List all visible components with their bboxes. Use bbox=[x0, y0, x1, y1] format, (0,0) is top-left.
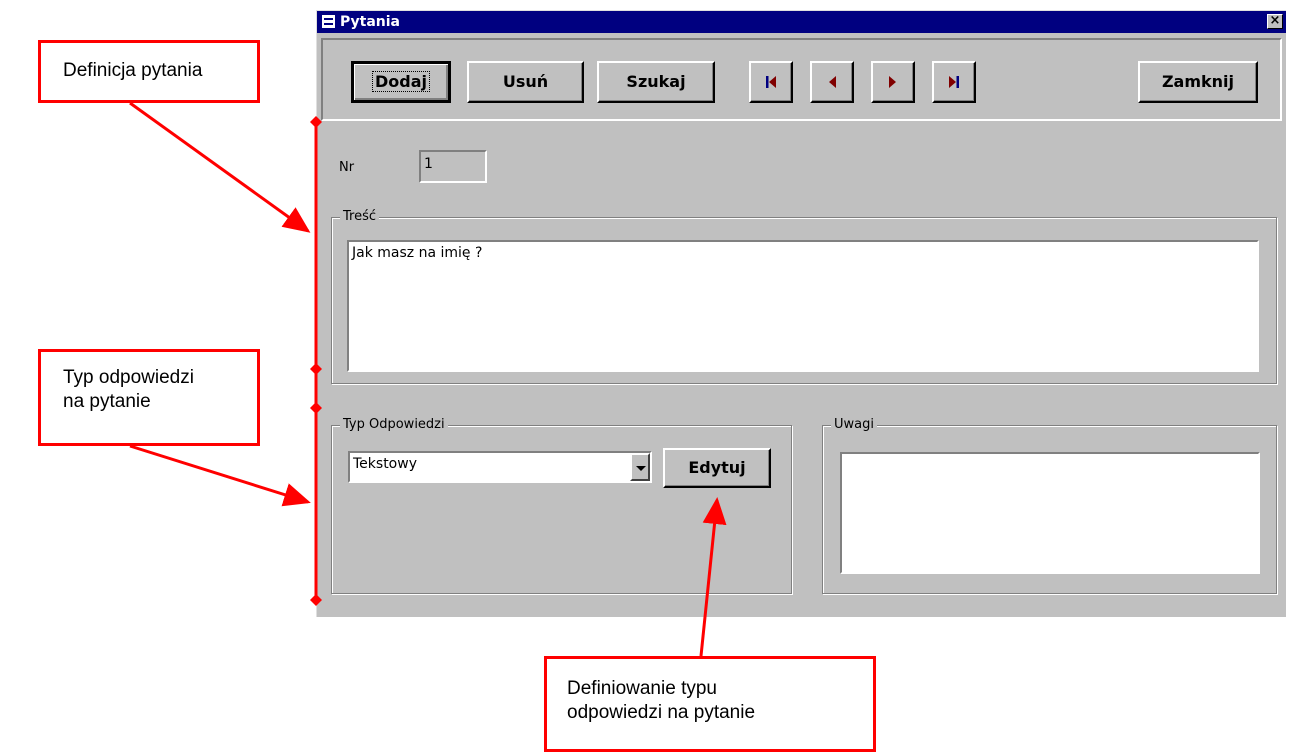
close-form-button[interactable]: Zamknij bbox=[1138, 61, 1258, 103]
add-button[interactable]: Dodaj bbox=[351, 61, 451, 103]
notes-group: Uwagi bbox=[822, 417, 1277, 594]
previous-record-icon bbox=[829, 76, 836, 88]
notes-group-label: Uwagi bbox=[831, 417, 877, 432]
callout-question-definition: Definicja pytania bbox=[38, 40, 260, 103]
dropdown-arrow-icon[interactable] bbox=[630, 453, 650, 481]
window-close-button[interactable]: × bbox=[1267, 14, 1283, 29]
first-record-button[interactable] bbox=[749, 61, 793, 103]
arrow-answer-type bbox=[129, 444, 311, 507]
questions-window: Pytania × Dodaj Usuń Szukaj Zamknij Nr 1… bbox=[316, 10, 1286, 617]
form-icon bbox=[322, 15, 335, 28]
previous-record-button[interactable] bbox=[810, 61, 854, 103]
search-button[interactable]: Szukaj bbox=[597, 61, 715, 103]
answer-type-select[interactable]: Tekstowy bbox=[348, 451, 652, 483]
content-group-label: Treść bbox=[340, 209, 380, 224]
nr-value: 1 bbox=[424, 156, 433, 172]
question-content-value: Jak masz na imię ? bbox=[352, 245, 483, 261]
toolbar: Dodaj Usuń Szukaj Zamknij bbox=[321, 38, 1282, 121]
title-bar[interactable]: Pytania × bbox=[317, 11, 1286, 33]
callout-text-line2: na pytanie bbox=[63, 391, 151, 412]
edit-answer-type-button[interactable]: Edytuj bbox=[663, 448, 771, 488]
callout-text-line1: Definiowanie typu bbox=[567, 678, 717, 699]
last-record-button[interactable] bbox=[932, 61, 976, 103]
first-record-icon bbox=[766, 76, 776, 88]
answer-type-value: Tekstowy bbox=[353, 456, 417, 472]
callout-answer-type: Typ odpowiedzi na pytanie bbox=[38, 349, 260, 446]
question-content-textarea[interactable]: Jak masz na imię ? bbox=[347, 240, 1259, 372]
nr-field[interactable]: 1 bbox=[419, 150, 487, 183]
callout-text-line1: Typ odpowiedzi bbox=[63, 367, 194, 388]
callout-text-line2: odpowiedzi na pytanie bbox=[567, 702, 756, 723]
notes-textarea[interactable] bbox=[840, 452, 1260, 574]
content-group: Treść Jak masz na imię ? bbox=[331, 209, 1277, 384]
arrow-question-definition bbox=[129, 101, 311, 233]
answer-type-group-label: Typ Odpowiedzi bbox=[340, 417, 448, 432]
next-record-button[interactable] bbox=[871, 61, 915, 103]
next-record-icon bbox=[889, 76, 896, 88]
nr-label: Nr bbox=[339, 160, 355, 175]
answer-type-group: Typ Odpowiedzi Tekstowy Edytuj bbox=[331, 417, 792, 594]
last-record-icon bbox=[949, 76, 959, 88]
callout-defining-answer-type: Definiowanie typu odpowiedzi na pytanie bbox=[544, 656, 876, 752]
add-button-label: Dodaj bbox=[371, 71, 430, 92]
window-title: Pytania bbox=[340, 14, 400, 30]
delete-button[interactable]: Usuń bbox=[467, 61, 584, 103]
callout-text: Definicja pytania bbox=[63, 60, 203, 81]
